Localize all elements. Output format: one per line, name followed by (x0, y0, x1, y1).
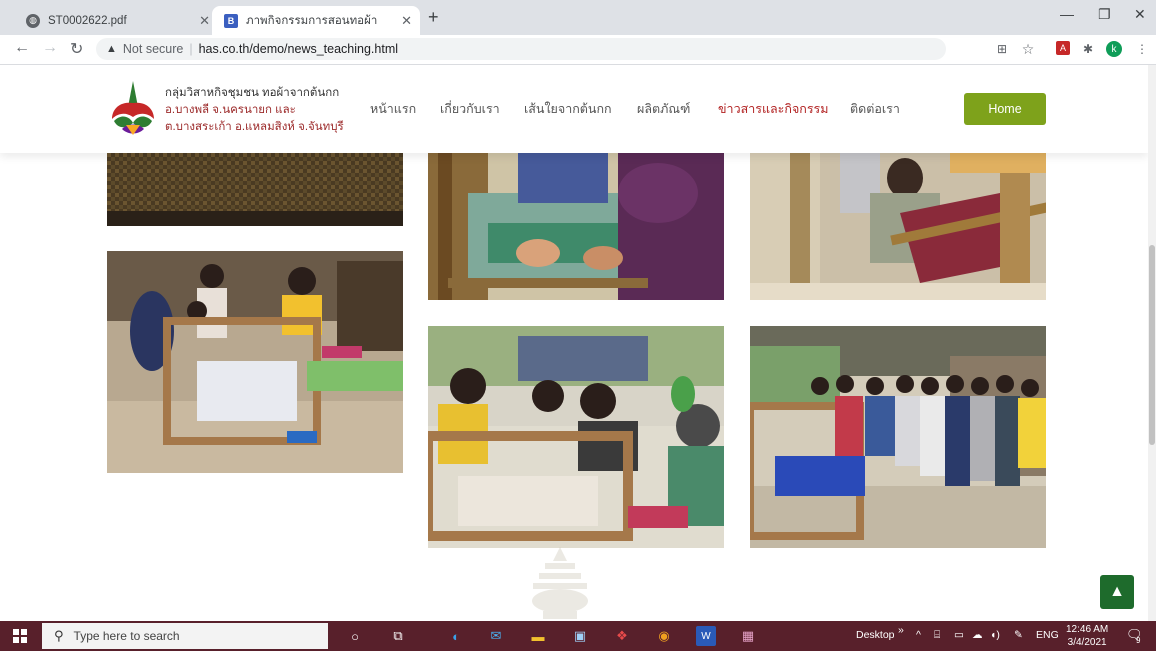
address-bar[interactable]: ▲ Not secure | has.co.th/demo/news_teach… (96, 38, 946, 60)
desktop-toolbar-label[interactable]: Desktop (856, 629, 895, 641)
logo-line-2: อ.บางพลี จ.นครนายก และ (165, 104, 296, 116)
site-logo-text: กลุ่มวิสาหกิจชุมชน ทอผ้าจากต้นกก อ.บางพล… (165, 85, 344, 136)
minimize-button[interactable]: — (1060, 6, 1074, 22)
restore-button[interactable]: ❐ (1098, 6, 1111, 23)
file-explorer-icon[interactable]: ▬ (528, 626, 548, 646)
nav-contact[interactable]: ติดต่อเรา (850, 99, 900, 119)
tab-title: ภาพกิจกรรมการสอนทอผ้า (246, 14, 378, 27)
notification-count-badge: 9 (1136, 636, 1141, 645)
pen-ink-icon[interactable]: ✎ (1014, 629, 1023, 641)
nav-about[interactable]: เกี่ยวกับเรา (440, 99, 500, 119)
warning-icon[interactable]: ▲ (106, 43, 117, 55)
gallery-photo[interactable] (750, 153, 1046, 300)
pdf-extension-icon[interactable]: A (1056, 41, 1070, 55)
browser-toolbar: ← → ↻ ▲ Not secure | has.co.th/demo/news… (0, 35, 1156, 65)
windows-logo-icon (13, 629, 27, 643)
clock-time: 12:46 AM (1066, 624, 1109, 635)
tab-title: ST0002622.pdf (48, 14, 127, 27)
site-logo[interactable] (108, 79, 158, 137)
scrollbar-thumb[interactable] (1149, 245, 1155, 445)
network-icon[interactable]: ⌸ (934, 629, 940, 642)
mail-icon[interactable]: ✉ (486, 626, 506, 646)
page-scrollbar[interactable] (1148, 65, 1156, 621)
gallery-photo[interactable] (750, 326, 1046, 548)
edge-browser-icon[interactable]: ◐ (446, 626, 466, 646)
extensions-puzzle-icon[interactable]: ✱ (1080, 41, 1096, 57)
store-icon[interactable]: ▣ (570, 626, 590, 646)
close-icon[interactable]: ✕ (199, 13, 210, 29)
globe-icon: ◍ (26, 13, 40, 28)
bookmark-star-icon[interactable]: ☆ (1020, 41, 1036, 57)
gallery-photo[interactable] (428, 153, 724, 300)
nav-home[interactable]: หน้าแรก (370, 99, 416, 119)
double-chevron-icon[interactable]: » (898, 624, 904, 636)
nav-news-activities[interactable]: ข่าวสารและกิจกรรม (718, 99, 829, 119)
site-header: กลุ่มวิสาหกิจชุมชน ทอผ้าจากต้นกก อ.บางพล… (0, 65, 1148, 153)
gift-app-icon[interactable]: ❖ (612, 626, 632, 646)
menu-kebab-icon[interactable]: ⋮ (1134, 41, 1150, 57)
separator: | (189, 42, 193, 56)
cortana-icon[interactable]: ○ (345, 626, 365, 646)
onedrive-cloud-icon[interactable]: ☁ (972, 629, 983, 641)
watermark-emblem (532, 547, 588, 619)
gallery-photo[interactable] (107, 153, 403, 226)
tab-pdf[interactable]: ◍ ST0002622.pdf ✕ (14, 6, 218, 35)
nav-fiber[interactable]: เส้นใยจากต้นกก (524, 99, 612, 119)
show-hidden-icons-chevron-icon[interactable]: ^ (916, 629, 921, 641)
url-text[interactable]: has.co.th/demo/news_teaching.html (199, 42, 398, 56)
site-favicon-icon: B (224, 13, 238, 28)
language-bar-icon[interactable]: ▦ (738, 626, 758, 646)
search-icon: ⚲ (54, 628, 64, 643)
clock-date: 3/4/2021 (1067, 637, 1107, 648)
windows-start-button[interactable] (0, 621, 40, 651)
chevron-up-icon: ▲ (1109, 583, 1125, 600)
battery-icon[interactable]: ▭ (954, 629, 964, 641)
gallery-photo[interactable] (107, 251, 403, 473)
security-label[interactable]: Not secure (123, 42, 183, 56)
forward-arrow-icon[interactable]: → (42, 39, 58, 57)
windows-taskbar: ⚲ Type here to search ○ ⧉ ◐ ✉ ▬ ▣ ❖ ◉ W … (0, 621, 1156, 651)
close-window-button[interactable]: ✕ (1134, 6, 1146, 23)
tab-active-page[interactable]: B ภาพกิจกรรมการสอนทอผ้า ✕ (212, 6, 420, 35)
back-arrow-icon[interactable]: ← (14, 39, 30, 57)
close-icon[interactable]: ✕ (401, 13, 412, 29)
taskbar-search-box[interactable]: ⚲ Type here to search (42, 623, 328, 649)
home-button[interactable]: Home (964, 93, 1046, 125)
new-tab-button[interactable]: + (428, 7, 439, 28)
gallery-photo[interactable] (428, 326, 724, 548)
reload-icon[interactable]: ↻ (70, 39, 83, 59)
search-placeholder: Type here to search (73, 629, 180, 643)
page-viewport: กลุ่มวิสาหกิจชุมชน ทอผ้าจากต้นกก อ.บางพล… (0, 65, 1148, 621)
word-icon[interactable]: W (696, 626, 716, 646)
nav-products[interactable]: ผลิตภัณฑ์ (637, 99, 690, 119)
logo-line-3: ต.บางสระเก้า อ.แหลมสิงห์ จ.จันทบุรี (165, 121, 344, 133)
task-view-icon[interactable]: ⧉ (388, 626, 408, 646)
logo-line-1: กลุ่มวิสาหกิจชุมชน ทอผ้าจากต้นกก (165, 87, 340, 99)
browser-tab-strip: ◍ ST0002622.pdf ✕ B ภาพกิจกรรมการสอนทอผ้… (0, 0, 1156, 35)
profile-avatar[interactable]: k (1106, 41, 1122, 57)
input-language-indicator[interactable]: ENG (1036, 629, 1059, 641)
translate-icon[interactable]: ⊞ (994, 41, 1010, 57)
back-to-top-button[interactable]: ▲ (1100, 575, 1134, 609)
chrome-icon[interactable]: ◉ (654, 626, 674, 646)
volume-icon[interactable]: ◖) (990, 629, 1000, 641)
system-clock[interactable]: 12:46 AM 3/4/2021 (1066, 623, 1108, 649)
